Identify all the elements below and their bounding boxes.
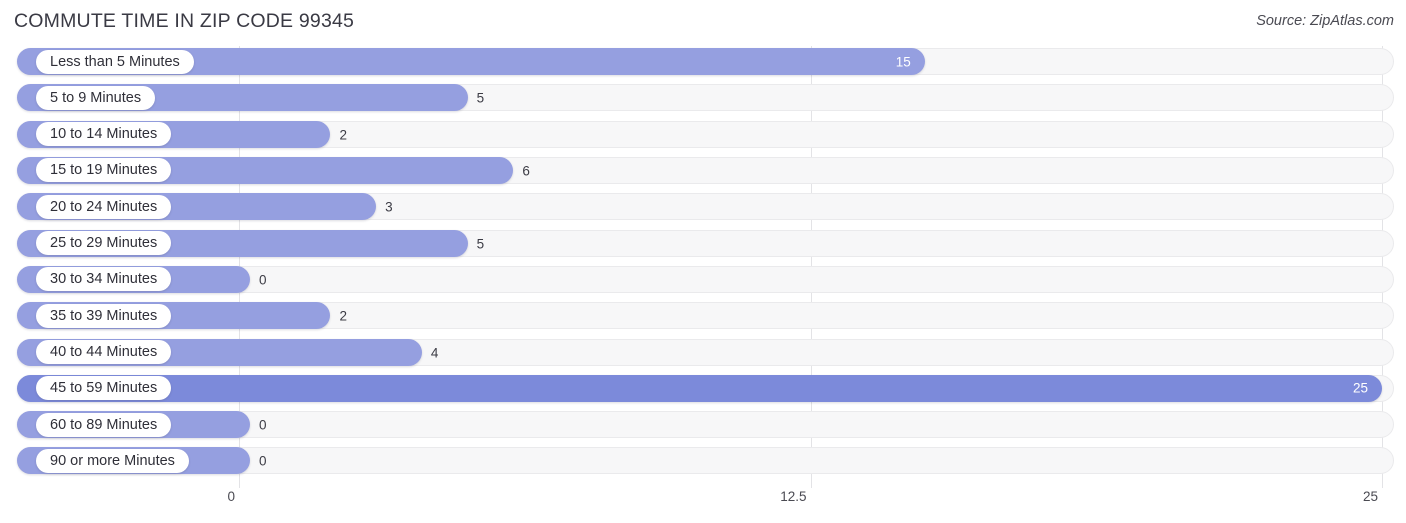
bar-row[interactable]: 5 5 to 9 Minutes [0,80,1406,116]
source-attribution: Source: ZipAtlas.com [1256,13,1394,29]
bar-value-label: 15 [895,54,911,69]
bar-row[interactable]: 5 25 to 29 Minutes [0,226,1406,262]
category-label[interactable]: 40 to 44 Minutes [36,340,172,364]
category-label[interactable]: 45 to 59 Minutes [36,376,172,401]
bar[interactable]: 25 [17,374,1382,402]
category-label[interactable]: 60 to 89 Minutes [36,412,172,437]
bar-value-label: 2 [339,308,347,324]
page-title: COMMUTE TIME IN ZIP CODE 99345 [14,10,355,32]
bar-value-label: 0 [259,272,267,288]
bar-row[interactable]: 6 15 to 19 Minutes [0,153,1406,189]
bar-row[interactable]: 0 60 to 89 Minutes [0,407,1406,443]
x-tick-label: 12.5 [780,489,807,504]
category-label[interactable]: 30 to 34 Minutes [36,267,172,292]
bar-value-label: 0 [259,453,267,469]
category-label[interactable]: 15 to 19 Minutes [36,158,172,183]
bar-row[interactable]: 3 20 to 24 Minutes [0,189,1406,225]
x-tick-label: 0 [227,489,235,504]
bar-value-label: 25 [1352,380,1368,396]
bar-row[interactable]: 2 10 to 14 Minutes [0,117,1406,153]
category-label[interactable]: 25 to 29 Minutes [36,231,172,256]
x-tick-label: 25 [1362,489,1378,504]
chart-plot-area: 15 Less than 5 Minutes 5 5 to 9 Minutes 2 10 … [0,44,1406,488]
bar-value-label: 3 [385,199,393,215]
bar-row[interactable]: 4 40 to 44 Minutes [0,335,1406,371]
bar-value-label: 2 [339,127,347,143]
category-label[interactable]: 5 to 9 Minutes [36,85,156,110]
bar-value-label: 4 [430,345,439,360]
x-axis: 0 12.5 25 [0,485,1406,523]
category-label[interactable]: 20 to 24 Minutes [36,194,172,219]
bar-row[interactable]: 15 Less than 5 Minutes [0,44,1406,80]
chart-header: COMMUTE TIME IN ZIP CODE 99345 Source: Z… [0,0,1406,44]
category-label[interactable]: Less than 5 Minutes [36,49,194,74]
bar-value-label: 6 [522,163,530,179]
bar-row[interactable]: 2 35 to 39 Minutes [0,298,1406,334]
bar-rows: 15 Less than 5 Minutes 5 5 to 9 Minutes 2 10 … [0,44,1406,480]
bar-row[interactable]: 0 90 or more Minutes [0,443,1406,479]
category-label[interactable]: 90 or more Minutes [36,448,189,473]
bar-value-label: 0 [259,417,267,433]
bar-row[interactable]: 0 30 to 34 Minutes [0,262,1406,298]
category-label[interactable]: 35 to 39 Minutes [36,303,172,328]
category-label[interactable]: 10 to 14 Minutes [36,122,172,147]
bar-row[interactable]: 25 45 to 59 Minutes [0,371,1406,407]
bar-value-label: 5 [476,90,485,106]
bar-value-label: 5 [476,236,485,252]
